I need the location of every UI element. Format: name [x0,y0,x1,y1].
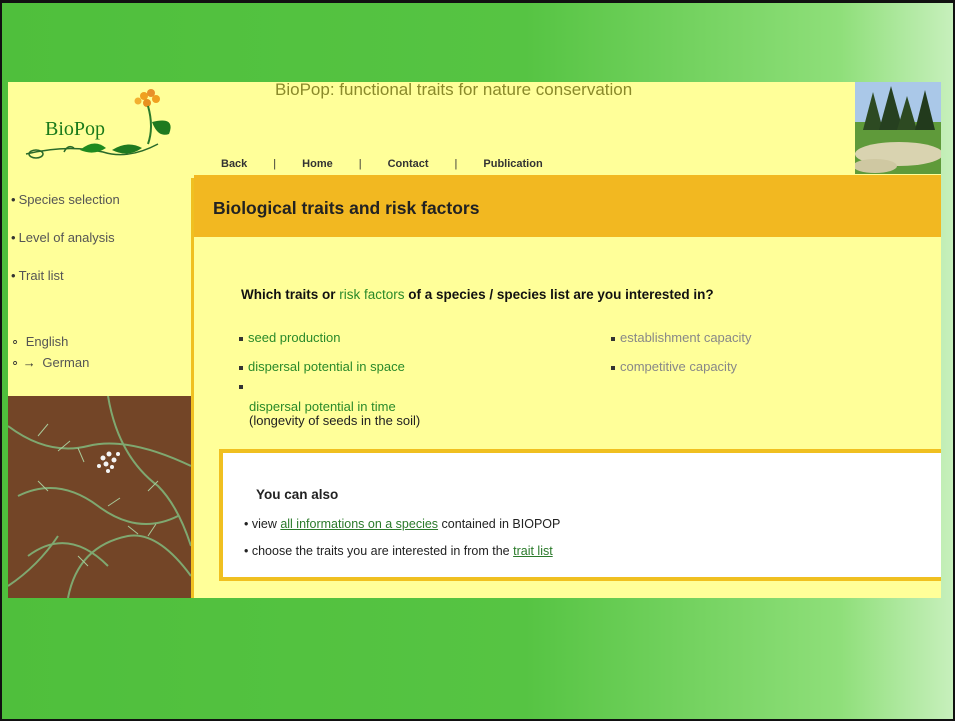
bullet-icon [239,336,243,341]
also-line-trait-list: • choose the traits you are interested i… [244,544,553,558]
sidebar: • Species selection • Level of analysis • T… [8,178,191,598]
bullet-icon [611,336,615,341]
trait-competitive-capacity: competitive capacity [611,359,737,374]
sidebar-item-trait-list[interactable]: • Trait list [11,268,64,283]
trait-dispersal-time[interactable]: dispersal potential in time [239,384,396,414]
page-title: Biological traits and risk factors [213,198,480,218]
nav-publication[interactable]: Publication [483,158,542,170]
landscape-photo [855,82,941,174]
also-box: You can also • view all informations on … [219,449,941,581]
trait-dispersal-space[interactable]: dispersal potential in space [239,359,405,374]
top-nav: Back | Home | Contact | Publication [221,158,543,170]
sidebar-item-species-selection[interactable]: • Species selection [11,192,120,207]
trait-list-link[interactable]: trait list [513,544,553,558]
logo-text: BioPop [45,118,106,140]
trait-establishment-capacity: establishment capacity [611,330,752,345]
nav-separator: | [358,158,362,170]
nav-separator: | [273,158,277,170]
risk-factors-link[interactable]: risk factors [339,287,404,302]
nav-separator: | [454,158,458,170]
nav-home[interactable]: Home [302,158,333,170]
bullet-icon [611,365,615,370]
all-informations-link[interactable]: all informations on a species [280,517,438,531]
heading-band: Biological traits and risk factors [194,175,941,237]
bullet-icon [239,385,243,389]
bullet-icon [239,365,243,370]
sidebar-item-level-of-analysis[interactable]: • Level of analysis [11,230,115,245]
nav-contact[interactable]: Contact [388,158,429,170]
question-text: Which traits or risk factors of a specie… [241,287,714,302]
also-title: You can also [256,487,339,502]
biopop-logo[interactable]: BioPop [8,82,193,178]
column-divider [191,178,194,598]
language-english[interactable]: ∘ English [11,334,68,350]
trait-seed-production[interactable]: seed production [239,330,341,345]
longevity-note: (longevity of seeds in the soil) [249,413,421,428]
also-line-species-info: • view all informations on a species con… [244,517,561,531]
site-title: BioPop: functional traits for nature con… [275,82,633,99]
plant-photo [8,396,191,598]
nav-back[interactable]: Back [221,158,247,170]
language-german[interactable]: ∘ → German [11,355,89,371]
browser-page: BioPop BioPop: functional traits for nat… [8,82,941,598]
